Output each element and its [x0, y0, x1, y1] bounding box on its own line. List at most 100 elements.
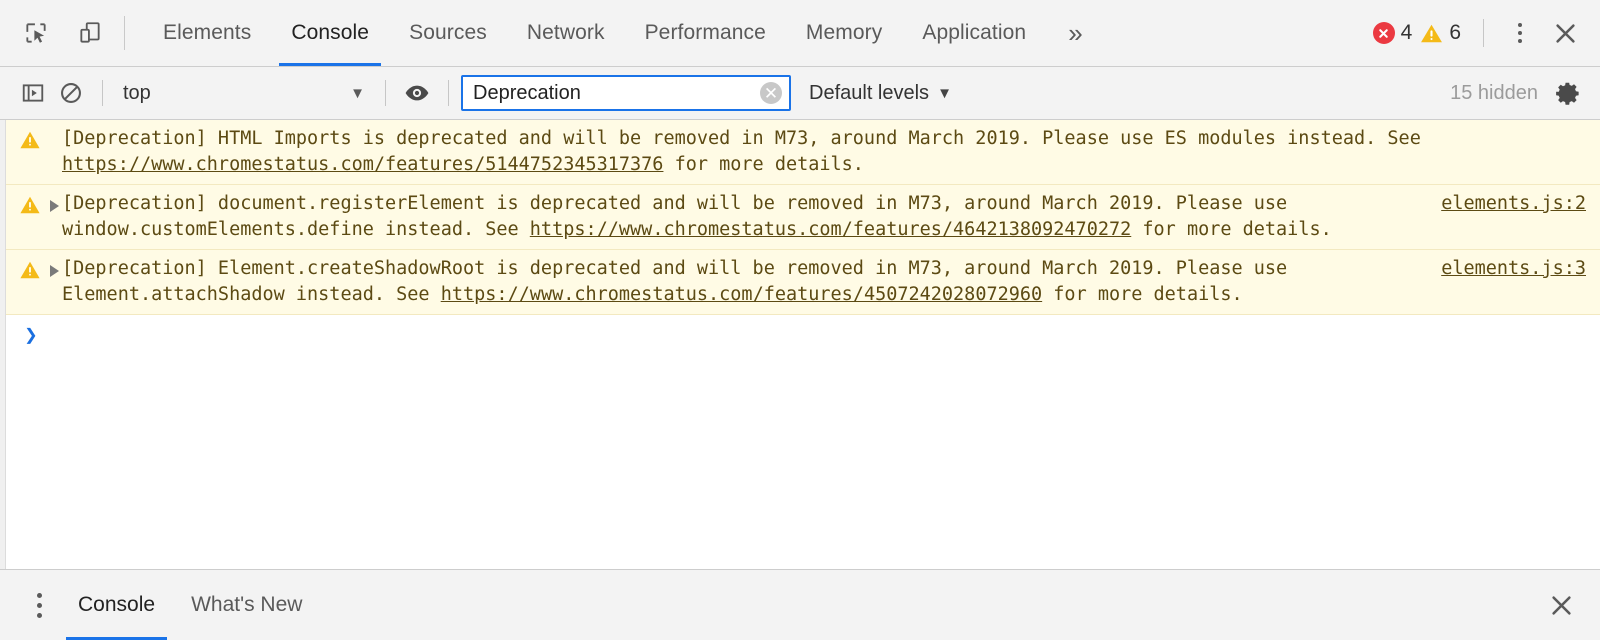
tabbar-left-icons — [0, 0, 110, 66]
error-icon — [1372, 22, 1395, 44]
message-expand-arrow[interactable] — [46, 256, 62, 307]
message-level-icon-container — [14, 126, 46, 177]
more-tabs-button[interactable]: » — [1046, 0, 1104, 66]
tab-console[interactable]: Console — [271, 0, 389, 66]
panel-tabs: Elements Console Sources Network Perform… — [143, 0, 1105, 66]
kebab-dot — [36, 602, 42, 608]
close-devtools-button[interactable] — [1544, 12, 1586, 54]
tab-sources-label: Sources — [409, 21, 487, 44]
message-text-part: for more details. — [663, 153, 864, 175]
tab-application-label: Application — [922, 21, 1027, 44]
close-icon: ✕ — [763, 83, 779, 103]
console-sidebar-toggle-button[interactable] — [14, 74, 52, 112]
clear-console-button[interactable] — [52, 74, 90, 112]
message-source-link[interactable]: elements.js:2 — [1441, 191, 1600, 217]
tab-elements[interactable]: Elements — [143, 0, 271, 66]
kebab-dot — [1518, 31, 1522, 35]
message-level-icon-container — [14, 191, 46, 242]
tab-memory[interactable]: Memory — [786, 0, 902, 66]
error-count-group[interactable]: 4 — [1372, 21, 1413, 45]
triangle-right-icon — [49, 200, 59, 212]
warning-count-value: 6 — [1449, 21, 1461, 44]
kebab-dot — [1518, 23, 1522, 27]
message-expand-arrow[interactable] — [46, 191, 62, 242]
console-message-warning[interactable]: [Deprecation] HTML Imports is deprecated… — [0, 120, 1600, 185]
kebab-dot — [36, 592, 42, 598]
message-link[interactable]: https://www.chromestatus.com/features/46… — [530, 219, 1131, 240]
tab-application[interactable]: Application — [902, 0, 1046, 66]
console-message-warning[interactable]: [Deprecation] Element.createShadowRoot i… — [0, 250, 1600, 315]
close-drawer-button[interactable] — [1540, 584, 1582, 626]
gear-icon — [1555, 80, 1582, 107]
filter-input-container[interactable]: ✕ — [461, 75, 791, 111]
tab-memory-label: Memory — [805, 21, 883, 44]
error-count-value: 4 — [1400, 21, 1413, 44]
warning-count-group[interactable]: 6 — [1419, 21, 1461, 45]
warning-icon — [19, 260, 41, 280]
prompt-chevron-icon: ❯ — [24, 323, 38, 348]
devtools-menu-button[interactable] — [1500, 13, 1540, 53]
filterbar-divider-1 — [102, 80, 103, 106]
message-text: [Deprecation] HTML Imports is deprecated… — [62, 126, 1600, 177]
drawer-tabbar: Console What's New — [0, 569, 1600, 640]
clear-filter-button[interactable]: ✕ — [760, 82, 782, 104]
console-scroll-gutter[interactable] — [0, 120, 6, 569]
eye-icon — [404, 82, 430, 104]
sidebar-panel-icon — [21, 81, 45, 105]
hidden-messages-count: 15 hidden — [1450, 81, 1538, 104]
tab-network-label: Network — [526, 21, 605, 44]
filterbar-divider-3 — [448, 80, 449, 106]
triangle-right-icon — [49, 265, 59, 277]
message-link[interactable]: https://www.chromestatus.com/features/51… — [62, 154, 663, 175]
tabbar-right-divider — [1483, 19, 1484, 47]
issue-counts[interactable]: 4 6 — [1372, 21, 1467, 45]
tabbar-right-section: 4 6 — [1372, 0, 1600, 66]
message-text-part: for more details. — [1131, 218, 1332, 240]
execution-context-selector[interactable]: top ▼ — [115, 82, 373, 105]
close-icon — [1548, 592, 1575, 619]
close-icon — [1552, 20, 1579, 47]
drawer-tab-whats-new-label: What's New — [191, 593, 303, 616]
tabbar-divider — [124, 16, 125, 50]
live-expression-button[interactable] — [398, 74, 436, 112]
chevron-double-right-icon: » — [1068, 18, 1083, 48]
filter-input[interactable] — [463, 77, 789, 109]
console-message-warning[interactable]: [Deprecation] document.registerElement i… — [0, 185, 1600, 250]
filterbar-right-section: 15 hidden — [1450, 73, 1600, 113]
devtools-window: Elements Console Sources Network Perform… — [0, 0, 1600, 640]
tab-sources[interactable]: Sources — [389, 0, 507, 66]
console-message-list: [Deprecation] HTML Imports is deprecated… — [0, 120, 1600, 315]
drawer-tab-console[interactable]: Console — [60, 570, 173, 640]
message-text: [Deprecation] Element.createShadowRoot i… — [62, 256, 1441, 307]
tab-console-label: Console — [291, 21, 370, 44]
inspect-element-button[interactable] — [16, 13, 56, 53]
clear-console-icon — [59, 81, 83, 105]
chevron-down-icon: ▼ — [937, 84, 952, 102]
message-link[interactable]: https://www.chromestatus.com/features/45… — [441, 284, 1042, 305]
message-source-link[interactable]: elements.js:3 — [1441, 256, 1600, 282]
tab-network[interactable]: Network — [507, 0, 625, 66]
chevron-down-icon: ▼ — [350, 84, 365, 102]
main-tabbar: Elements Console Sources Network Perform… — [0, 0, 1600, 67]
console-prompt-row[interactable]: ❯ — [0, 315, 1600, 569]
device-toolbar-button[interactable] — [70, 13, 110, 53]
warning-icon — [19, 130, 41, 150]
kebab-dot — [36, 612, 42, 618]
message-text: [Deprecation] document.registerElement i… — [62, 191, 1441, 242]
inspect-element-icon — [23, 20, 49, 46]
drawer-menu-button[interactable] — [18, 570, 60, 640]
drawer-tab-whats-new[interactable]: What's New — [173, 570, 320, 640]
tab-elements-label: Elements — [163, 21, 252, 44]
message-text-part: for more details. — [1042, 283, 1243, 305]
drawer-tab-console-label: Console — [78, 593, 156, 616]
console-filter-toolbar: top ▼ ✕ Default levels ▼ 15 hidd — [0, 67, 1600, 120]
tab-performance[interactable]: Performance — [625, 0, 786, 66]
kebab-dot — [1518, 39, 1522, 43]
warning-icon — [19, 195, 41, 215]
warning-icon — [1419, 22, 1443, 44]
console-message-area[interactable]: [Deprecation] HTML Imports is deprecated… — [0, 120, 1600, 569]
message-text-part: [Deprecation] HTML Imports is deprecated… — [62, 128, 1432, 149]
filterbar-divider-2 — [385, 80, 386, 106]
log-levels-selector[interactable]: Default levels ▼ — [809, 82, 952, 105]
console-settings-button[interactable] — [1548, 73, 1588, 113]
